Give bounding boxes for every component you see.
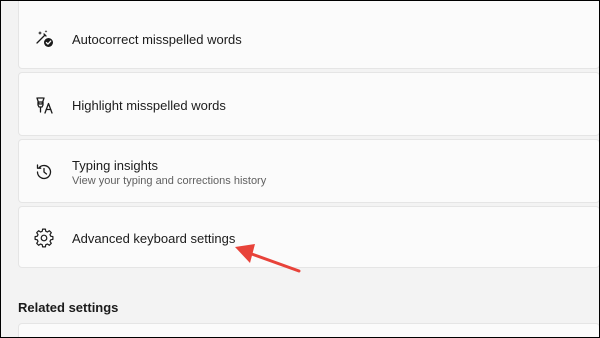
typing-insights-subtitle: View your typing and corrections history [72, 175, 267, 187]
related-settings-card[interactable] [18, 323, 599, 337]
highlight-setting-card[interactable]: Highlight misspelled words [18, 72, 599, 136]
settings-page: Autocorrect misspelled words Highlight m… [0, 0, 600, 338]
highlight-spelling-icon [34, 95, 54, 115]
typing-insights-card[interactable]: Typing insights View your typing and cor… [18, 139, 599, 203]
history-icon [34, 162, 54, 182]
autocorrect-setting-title: Autocorrect misspelled words [72, 32, 242, 47]
advanced-keyboard-settings-card[interactable]: Advanced keyboard settings [18, 206, 599, 268]
advanced-keyboard-settings-title: Advanced keyboard settings [72, 231, 236, 246]
typing-insights-title: Typing insights [72, 158, 158, 173]
highlight-setting-title: Highlight misspelled words [72, 98, 226, 113]
gear-icon [34, 228, 54, 248]
autocorrect-icon [34, 28, 54, 48]
autocorrect-setting-card[interactable]: Autocorrect misspelled words [18, 1, 599, 69]
related-settings-heading: Related settings [18, 300, 119, 315]
